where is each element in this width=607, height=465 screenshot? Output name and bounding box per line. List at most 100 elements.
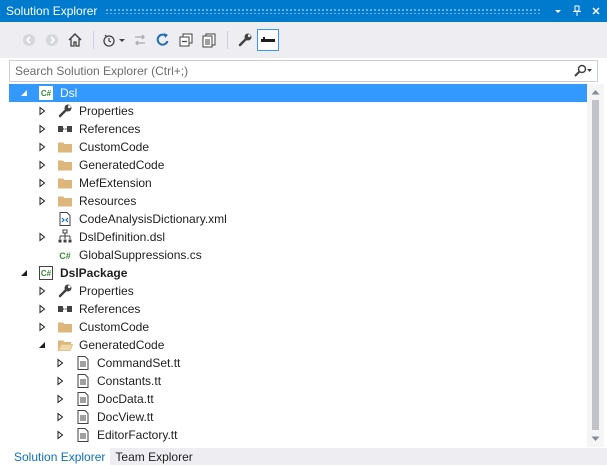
expanded-arrow-icon[interactable] [18, 87, 30, 99]
collapsed-arrow-icon[interactable] [36, 123, 48, 135]
dropdown-icon[interactable] [550, 3, 566, 19]
tree-item[interactable]: EditorFactory.tt [9, 426, 587, 444]
back-icon[interactable] [18, 29, 40, 51]
tree-item-label: MefExtension [79, 176, 152, 190]
tt-file-icon [75, 373, 91, 389]
collapse-all-icon[interactable] [175, 29, 197, 51]
toolbar [0, 22, 607, 58]
collapsed-arrow-icon[interactable] [36, 177, 48, 189]
scroll-up-arrow-icon[interactable] [587, 85, 604, 99]
sync-icon[interactable] [129, 29, 151, 51]
folder-icon [57, 157, 73, 173]
svg-text:C#: C# [59, 251, 71, 261]
collapsed-arrow-icon[interactable] [36, 321, 48, 333]
search-input[interactable] [10, 61, 573, 81]
tree-item[interactable]: GeneratedCode [9, 336, 587, 354]
svg-text:C#: C# [41, 89, 52, 98]
toolbar-separator [227, 31, 228, 49]
dsl-file-icon [57, 229, 73, 245]
tree-item-label: DocData.tt [97, 392, 154, 406]
tree-item-label: DslPackage [60, 266, 128, 280]
close-icon[interactable] [588, 3, 604, 19]
tree-item[interactable]: C# GlobalSuppressions.cs [9, 246, 587, 264]
references-icon [57, 301, 73, 317]
tree-item[interactable]: C# DslPackage [9, 264, 587, 282]
tree-item[interactable]: C# Dsl [9, 84, 587, 102]
scroll-down-arrow-icon[interactable] [587, 432, 604, 446]
tree-item[interactable]: Resources [9, 192, 587, 210]
tab-team-explorer[interactable]: Team Explorer [110, 448, 197, 465]
tree-item-label: References [79, 302, 141, 316]
tree-item[interactable]: CommandSet.tt [9, 354, 587, 372]
expanded-arrow-icon[interactable] [36, 339, 48, 351]
collapsed-arrow-icon[interactable] [36, 285, 48, 297]
tt-file-icon [75, 427, 91, 443]
collapsed-arrow-icon[interactable] [54, 429, 66, 441]
collapsed-arrow-icon[interactable] [36, 195, 48, 207]
tree-item-label: Dsl [60, 86, 78, 100]
home-icon[interactable] [64, 29, 86, 51]
tree-item-label: References [79, 122, 141, 136]
collapsed-arrow-icon[interactable] [54, 411, 66, 423]
tree-item-label: CustomCode [79, 320, 150, 334]
tree-item[interactable]: GeneratedCode [9, 156, 587, 174]
tree-item[interactable]: References [9, 300, 587, 318]
show-all-files-icon[interactable] [198, 29, 220, 51]
tree-item-label: CommandSet.tt [97, 356, 181, 370]
tree-item[interactable]: CustomCode [9, 318, 587, 336]
title-grip[interactable] [105, 8, 542, 14]
pending-changes-icon[interactable] [100, 29, 128, 51]
tree-item[interactable]: References [9, 120, 587, 138]
tree-item[interactable]: Properties [9, 282, 587, 300]
tree-item[interactable]: CustomCode [9, 138, 587, 156]
tree-item-label: DocView.tt [97, 410, 154, 424]
preview-icon[interactable] [257, 29, 279, 51]
pin-icon[interactable] [569, 3, 585, 19]
tt-file-icon [75, 391, 91, 407]
csharp-project-icon: C# [38, 85, 54, 101]
collapsed-arrow-icon[interactable] [54, 357, 66, 369]
collapsed-arrow-icon[interactable] [36, 105, 48, 117]
tab-solution-explorer[interactable]: Solution Explorer [0, 448, 111, 465]
search-options[interactable] [573, 64, 597, 78]
tree-item[interactable]: CodeAnalysisDictionary.xml [9, 210, 587, 228]
tree-item[interactable]: Constants.tt [9, 372, 587, 390]
refresh-icon[interactable] [152, 29, 174, 51]
folder-icon [57, 139, 73, 155]
folder-icon [57, 193, 73, 209]
references-icon [57, 121, 73, 137]
csharp-file-icon: C# [57, 247, 73, 263]
tree-item[interactable]: MefExtension [9, 174, 587, 192]
tree-item-label: Resources [79, 194, 137, 208]
folder-open-icon [57, 337, 73, 353]
tree-item[interactable]: DocData.tt [9, 390, 587, 408]
folder-icon [57, 319, 73, 335]
tree-item[interactable]: DslDefinition.dsl [9, 228, 587, 246]
properties-icon[interactable] [234, 29, 256, 51]
tree-item-label: CodeAnalysisDictionary.xml [79, 212, 227, 226]
collapsed-arrow-icon[interactable] [54, 375, 66, 387]
tree-item[interactable]: Properties [9, 102, 587, 120]
collapsed-arrow-icon[interactable] [36, 231, 48, 243]
svg-text:C#: C# [41, 269, 52, 278]
collapsed-arrow-icon[interactable] [36, 159, 48, 171]
tree-item[interactable]: DocView.tt [9, 408, 587, 426]
collapsed-arrow-icon[interactable] [54, 393, 66, 405]
tree-item-label: CustomCode [79, 140, 150, 154]
csharp-project-icon: C# [38, 265, 54, 281]
wrench-icon [57, 103, 73, 119]
scrollbar-thumb[interactable] [592, 100, 599, 430]
tree-item-label: GeneratedCode [79, 158, 165, 172]
search-box [9, 60, 598, 82]
tree-item-label: EditorFactory.tt [97, 428, 178, 442]
collapsed-arrow-icon[interactable] [36, 303, 48, 315]
bottom-tabs: Solution Explorer Team Explorer [0, 448, 607, 465]
expanded-arrow-icon[interactable] [18, 267, 30, 279]
collapsed-arrow-icon[interactable] [36, 141, 48, 153]
tree-item-label: DslDefinition.dsl [79, 230, 166, 244]
toolbar-separator [93, 31, 94, 49]
tree-item-label: Constants.tt [97, 374, 162, 388]
forward-icon[interactable] [41, 29, 63, 51]
folder-icon [57, 175, 73, 191]
vertical-scrollbar[interactable] [587, 84, 604, 447]
